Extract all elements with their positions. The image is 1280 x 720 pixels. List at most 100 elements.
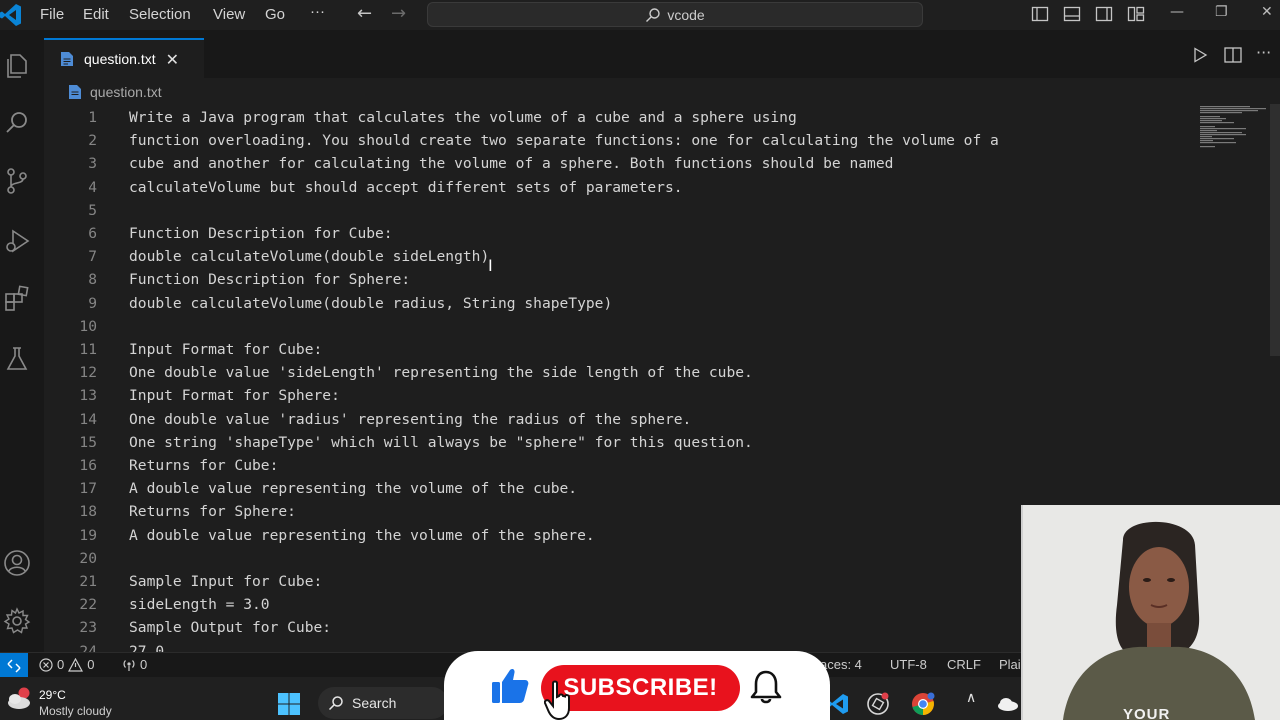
- vscode-logo-icon[interactable]: [0, 2, 22, 28]
- line-text[interactable]: Returns for Cube:: [129, 454, 278, 477]
- restore-icon[interactable]: ❐: [1215, 4, 1228, 20]
- line-text[interactable]: One double value 'sideLength' representi…: [129, 361, 753, 384]
- line-text[interactable]: Function Description for Cube:: [129, 222, 393, 245]
- line-text[interactable]: A double value representing the volume o…: [129, 477, 577, 500]
- line-text[interactable]: Sample Output for Cube:: [129, 616, 331, 639]
- editor-line[interactable]: 19 A double value representing the volume…: [44, 524, 1164, 547]
- remote-indicator[interactable]: [0, 653, 28, 678]
- menu-file[interactable]: File: [40, 6, 64, 23]
- settings-gear-icon[interactable]: [2, 606, 32, 636]
- toggle-primary-sidebar-icon[interactable]: [1031, 5, 1049, 23]
- line-text[interactable]: double calculateVolume(double radius, St…: [129, 292, 612, 315]
- line-text[interactable]: Write a Java program that calculates the…: [129, 106, 797, 129]
- editor-line[interactable]: 11 Input Format for Cube:: [44, 338, 1164, 361]
- menu-go[interactable]: Go: [265, 6, 285, 23]
- editor-line[interactable]: 2 function overloading. You should create…: [44, 129, 1164, 152]
- editor-line[interactable]: 14 One double value 'radius' representing…: [44, 408, 1164, 431]
- text-file-icon: [61, 52, 73, 66]
- editor-line[interactable]: 4 calculateVolume but should accept diffe…: [44, 176, 1164, 199]
- windows-start-icon[interactable]: [277, 692, 301, 716]
- notification-bell-icon[interactable]: [749, 669, 783, 705]
- editor-line[interactable]: 10: [44, 315, 1164, 338]
- encoding-indicator[interactable]: UTF-8: [890, 657, 927, 672]
- editor-line[interactable]: 1 Write a Java program that calculates th…: [44, 106, 1164, 129]
- editor-line[interactable]: 17 A double value representing the volume…: [44, 477, 1164, 500]
- line-text[interactable]: sideLength = 3.0: [129, 593, 270, 616]
- editor-line[interactable]: 18 Returns for Sphere:: [44, 500, 1164, 523]
- line-text[interactable]: calculateVolume but should accept differ…: [129, 176, 683, 199]
- toggle-secondary-sidebar-icon[interactable]: [1095, 5, 1113, 23]
- line-text[interactable]: Input Format for Sphere:: [129, 384, 340, 407]
- close-window-icon[interactable]: ✕: [1261, 4, 1273, 20]
- weather-temperature[interactable]: 29°C: [39, 688, 66, 702]
- menu-view[interactable]: View: [213, 6, 245, 23]
- thumbs-up-icon[interactable]: [490, 667, 530, 705]
- more-actions-icon[interactable]: ···: [1256, 43, 1271, 62]
- toggle-panel-icon[interactable]: [1063, 5, 1081, 23]
- tab-close-icon[interactable]: ✕: [166, 50, 179, 69]
- line-text[interactable]: One double value 'radius' representing t…: [129, 408, 691, 431]
- line-text[interactable]: Function Description for Sphere:: [129, 268, 410, 291]
- source-control-icon[interactable]: [2, 166, 32, 196]
- editor-line[interactable]: 23 Sample Output for Cube:: [44, 616, 1164, 639]
- command-center-search[interactable]: vcode: [427, 2, 923, 27]
- line-text[interactable]: A double value representing the volume o…: [129, 524, 595, 547]
- chrome-taskbar-icon[interactable]: [911, 692, 935, 716]
- run-icon[interactable]: [1192, 47, 1208, 63]
- back-arrow-icon[interactable]: ←: [357, 3, 372, 24]
- minimize-icon[interactable]: —: [1170, 4, 1184, 20]
- editor-line[interactable]: 3 cube and another for calculating the vo…: [44, 152, 1164, 175]
- ports-indicator[interactable]: 0: [122, 657, 147, 672]
- weather-cloud-icon[interactable]: [6, 686, 34, 712]
- search-icon[interactable]: [2, 108, 32, 138]
- editor-line[interactable]: 15 One string 'shapeType' which will alwa…: [44, 431, 1164, 454]
- editor-line[interactable]: 8 Function Description for Sphere:: [44, 268, 1164, 291]
- editor-line[interactable]: 12 One double value 'sideLength' represen…: [44, 361, 1164, 384]
- line-text[interactable]: function overloading. You should create …: [129, 129, 999, 152]
- editor-line[interactable]: 9 double calculateVolume(double radius, S…: [44, 292, 1164, 315]
- explorer-icon[interactable]: [2, 50, 32, 80]
- editor-line[interactable]: 21 Sample Input for Cube:: [44, 570, 1164, 593]
- editor-line[interactable]: 13 Input Format for Sphere:: [44, 384, 1164, 407]
- tab-question-txt[interactable]: question.txt ✕: [44, 38, 204, 78]
- run-debug-icon[interactable]: [2, 226, 32, 256]
- line-number: 11: [79, 341, 97, 358]
- line-text[interactable]: cube and another for calculating the vol…: [129, 152, 893, 175]
- openai-taskbar-icon[interactable]: [866, 692, 890, 716]
- taskbar-search-box[interactable]: Search: [318, 687, 448, 719]
- problems-indicator[interactable]: 0 0: [39, 657, 94, 672]
- line-text[interactable]: Sample Input for Cube:: [129, 570, 322, 593]
- onedrive-cloud-icon[interactable]: [996, 692, 1020, 716]
- testing-flask-icon[interactable]: [2, 344, 32, 374]
- account-icon[interactable]: [2, 548, 32, 578]
- forward-arrow-icon[interactable]: →: [391, 3, 406, 24]
- line-number: 8: [88, 271, 97, 289]
- editor-line[interactable]: 5: [44, 199, 1164, 222]
- menu-more[interactable]: ···: [310, 3, 325, 20]
- eol-indicator[interactable]: CRLF: [947, 657, 981, 672]
- line-text[interactable]: Input Format for Cube:: [129, 338, 322, 361]
- language-mode-indicator[interactable]: Plai: [999, 657, 1021, 672]
- minimap[interactable]: [1196, 104, 1266, 148]
- editor-line[interactable]: 22 sideLength = 3.0: [44, 593, 1164, 616]
- line-text[interactable]: 27.0: [129, 640, 164, 652]
- line-text[interactable]: One string 'shapeType' which will always…: [129, 431, 753, 454]
- chevron-up-icon[interactable]: ∧: [966, 690, 976, 706]
- breadcrumb[interactable]: question.txt: [68, 84, 162, 100]
- customize-layout-icon[interactable]: [1127, 5, 1145, 23]
- editor-line[interactable]: 7 double calculateVolume(double sideLengt…: [44, 245, 1164, 268]
- weather-description[interactable]: Mostly cloudy: [39, 704, 112, 718]
- breadcrumb-file[interactable]: question.txt: [90, 84, 162, 100]
- activity-bar: [0, 30, 44, 652]
- editor-line[interactable]: 16 Returns for Cube:: [44, 454, 1164, 477]
- line-number: 10: [79, 317, 97, 335]
- line-text[interactable]: Returns for Sphere:: [129, 500, 296, 523]
- line-text[interactable]: double calculateVolume(double sideLength…: [129, 245, 489, 268]
- editor-scrollbar[interactable]: [1270, 104, 1280, 356]
- editor-line[interactable]: 20: [44, 547, 1164, 570]
- split-editor-icon[interactable]: [1224, 47, 1242, 63]
- editor-line[interactable]: 6 Function Description for Cube:: [44, 222, 1164, 245]
- extensions-icon[interactable]: [2, 284, 32, 314]
- menu-edit[interactable]: Edit: [83, 6, 109, 23]
- menu-selection[interactable]: Selection: [129, 6, 191, 23]
